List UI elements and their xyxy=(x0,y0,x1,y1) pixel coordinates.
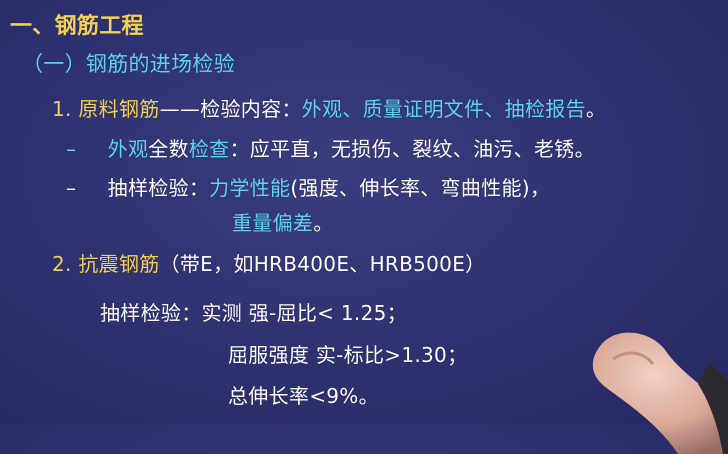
sampling-label: 抽样检验： xyxy=(100,301,202,325)
item2-title: 抗震钢筋 xyxy=(78,252,160,276)
item2-line: 2. 抗震钢筋（带E，如HRB400E、HRB500E） xyxy=(52,248,485,277)
item2-number: 2. xyxy=(52,252,72,276)
item1-content-value: 外观、质量证明文件、抽检报告 xyxy=(301,97,586,121)
bullet2-continuation-line: 重量偏差。 xyxy=(232,207,334,236)
item1-line: 1. 原料钢筋——检验内容：外观、质量证明文件、抽检报告。 xyxy=(52,93,606,122)
bullet2-marker: – xyxy=(66,176,77,200)
sampling-line3: 总伸长率<9%。 xyxy=(228,384,379,408)
subheading: （一）钢筋的进场检验 xyxy=(22,52,235,76)
bullet2-label: 抽样检验： xyxy=(107,176,210,200)
item1-dash: —— xyxy=(159,97,201,121)
bullet1-lead: 外观 xyxy=(107,137,149,161)
bullet2-continuation: 重量偏差 xyxy=(232,211,314,235)
bullet1-rest-a: 全数 xyxy=(148,137,189,161)
bullet1-line: – 外观全数检查：应平直，无损伤、裂纹、油污、老锈。 xyxy=(66,133,595,162)
presenter-hand-image xyxy=(592,332,728,454)
bullet1-rest-c: ：应平直，无损伤、裂纹、油污、老锈。 xyxy=(229,137,595,161)
bullet1-marker: – xyxy=(66,137,77,161)
bullet2-continuation-end: 。 xyxy=(313,211,334,235)
sampling-text1: 实测 强-屈比< 1.25； xyxy=(201,301,407,325)
sampling-line1: 抽样检验：实测 强-屈比< 1.25； xyxy=(100,297,407,326)
item1-title: 原料钢筋 xyxy=(78,97,160,121)
sampling-line2: 屈服强度 实-标比>1.30； xyxy=(228,343,468,367)
bullet2-line: – 抽样检验：力学性能(强度、伸长率、弯曲性能)， xyxy=(66,172,550,201)
bullet2-detail: (强度、伸长率、弯曲性能)， xyxy=(290,176,551,200)
item1-content-label: 检验内容： xyxy=(200,97,302,121)
item1-number: 1. xyxy=(52,97,72,121)
bullet1-rest-b: 检查 xyxy=(188,137,230,161)
heading: 一、钢筋工程 xyxy=(10,14,144,39)
item1-end: 。 xyxy=(585,97,607,121)
item2-detail: （带E，如HRB400E、HRB500E） xyxy=(159,252,486,276)
bullet2-value: 力学性能 xyxy=(209,176,291,200)
